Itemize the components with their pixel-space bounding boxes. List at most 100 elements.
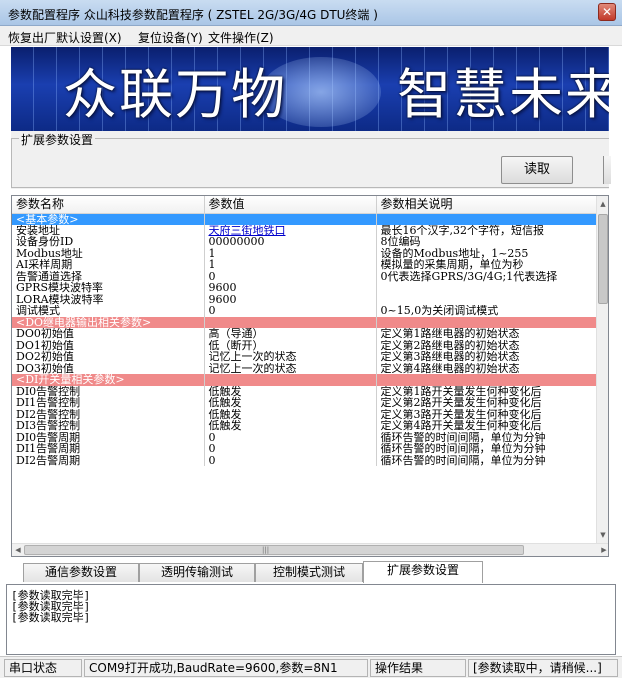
- write-button-partial[interactable]: [603, 156, 611, 184]
- arrow-down-icon[interactable]: ▼: [597, 529, 608, 541]
- cell-value[interactable]: 低（断开）: [204, 339, 377, 351]
- cell-name: 调试模式: [12, 305, 205, 317]
- scroll-grip-icon: |||: [262, 546, 270, 554]
- arrow-right-icon[interactable]: ▶: [598, 544, 608, 556]
- table-row[interactable]: 调试模式 0 0~15,0为关闭调试模式: [12, 305, 608, 317]
- table-row[interactable]: AI采样周期 1 模拟量的采集周期，单位为秒: [12, 259, 608, 271]
- title-bar[interactable]: 参数配置程序 众山科技参数配置程序 ( ZSTEL 2G/3G/4G DTU终端…: [0, 0, 622, 26]
- table-row[interactable]: DI2告警周期 0 循环告警的时间间隔，单位为分钟: [12, 454, 608, 466]
- cell-value[interactable]: 低触发: [204, 420, 377, 432]
- cell-name: Modbus地址: [12, 247, 205, 259]
- cell-desc: 定义第1路开关量发生何种变化后: [376, 385, 608, 397]
- cell-value[interactable]: 低触发: [204, 397, 377, 409]
- cell-desc: 0代表选择GPRS/3G/4G;1代表选择: [376, 270, 608, 282]
- cell-value[interactable]: 记忆上一次的状态: [204, 351, 377, 363]
- table-row[interactable]: DO3初始值 记忆上一次的状态 定义第4路继电器的初始状态: [12, 362, 608, 374]
- cell-value[interactable]: 9600: [204, 293, 377, 305]
- vertical-scroll-thumb[interactable]: [598, 214, 608, 304]
- table-row[interactable]: DO2初始值 记忆上一次的状态 定义第3路继电器的初始状态: [12, 351, 608, 363]
- table-row[interactable]: DI1告警控制 低触发 定义第2路开关量发生何种变化后: [12, 397, 608, 409]
- read-button[interactable]: 读取: [501, 156, 573, 184]
- tab-ext-params[interactable]: 扩展参数设置: [363, 561, 483, 583]
- header-name[interactable]: 参数名称: [12, 196, 205, 214]
- cell-desc: 0~15,0为关闭调试模式: [376, 305, 608, 317]
- banner-image: 众联万物 智慧未来: [11, 47, 609, 131]
- cell-value[interactable]: 9600: [204, 282, 377, 294]
- table-row[interactable]: DI3告警控制 低触发 定义第4路开关量发生何种变化后: [12, 420, 608, 432]
- cell-name: DI1告警周期: [12, 443, 205, 455]
- table-row[interactable]: DI0告警控制 低触发 定义第1路开关量发生何种变化后: [12, 385, 608, 397]
- table-row[interactable]: DI1告警周期 0 循环告警的时间间隔，单位为分钟: [12, 443, 608, 455]
- menu-reset-device[interactable]: 复位设备(Y): [138, 29, 203, 46]
- cell-name: DO3初始值: [12, 362, 205, 374]
- cell-desc: [376, 293, 608, 305]
- cell-desc: 8位编码: [376, 236, 608, 248]
- cell-desc: 定义第4路开关量发生何种变化后: [376, 420, 608, 432]
- cell-value[interactable]: 0: [204, 443, 377, 455]
- section-header-row[interactable]: <DO继电器输出相关参数>: [12, 316, 608, 328]
- table-row[interactable]: DI2告警控制 低触发 定义第3路开关量发生何种变化后: [12, 408, 608, 420]
- tab-control-mode-test[interactable]: 控制模式测试: [255, 563, 363, 582]
- cell-value[interactable]: 0: [204, 454, 377, 466]
- menu-bar: 恢复出厂默认设置(X) 复位设备(Y) 文件操作(Z): [0, 26, 622, 46]
- arrow-left-icon[interactable]: ◀: [12, 544, 24, 556]
- tab-comm-params[interactable]: 通信参数设置: [23, 563, 139, 582]
- cell-name: 安装地址: [12, 224, 205, 236]
- cell-value[interactable]: 1: [204, 247, 377, 259]
- vertical-scrollbar[interactable]: ▲ ▼: [596, 196, 608, 543]
- cell-value[interactable]: 高（导通）: [204, 328, 377, 340]
- table-header-row: 参数名称 参数值 参数相关说明: [12, 196, 608, 214]
- cell-desc: 循环告警的时间间隔，单位为分钟: [376, 454, 608, 466]
- cell-value[interactable]: 天府三街地铁口: [204, 224, 377, 236]
- cell-name: DI0告警控制: [12, 385, 205, 397]
- table-row[interactable]: DO1初始值 低（断开） 定义第2路继电器的初始状态: [12, 339, 608, 351]
- table-row[interactable]: LORA模块波特率 9600: [12, 293, 608, 305]
- cell-value[interactable]: 低触发: [204, 408, 377, 420]
- header-value[interactable]: 参数值: [204, 196, 377, 214]
- cell-value: [204, 213, 377, 225]
- log-line: [参数读取完毕]: [11, 600, 91, 613]
- section-header-row[interactable]: <基本参数>: [12, 213, 608, 225]
- cell-name: <基本参数>: [12, 213, 205, 225]
- table-row[interactable]: Modbus地址 1 设备的Modbus地址，1~255: [12, 247, 608, 259]
- group-legend: 扩展参数设置: [19, 131, 96, 148]
- header-desc[interactable]: 参数相关说明: [376, 196, 608, 214]
- cell-name: 告警通道选择: [12, 270, 205, 282]
- cell-value[interactable]: 低触发: [204, 385, 377, 397]
- cell-desc: [376, 282, 608, 294]
- cell-value: [204, 316, 377, 328]
- close-icon[interactable]: ✕: [598, 3, 616, 21]
- cell-value[interactable]: 记忆上一次的状态: [204, 362, 377, 374]
- cell-desc: 定义第2路开关量发生何种变化后: [376, 397, 608, 409]
- horizontal-scroll-thumb[interactable]: [24, 545, 524, 555]
- parameter-grid[interactable]: 参数名称 参数值 参数相关说明 <基本参数> 安装地址 天府三街地铁口 最长16个汉字…: [11, 195, 609, 557]
- table-row[interactable]: DI0告警周期 0 循环告警的时间间隔，单位为分钟: [12, 431, 608, 443]
- status-bar: 串口状态 COM9打开成功,BaudRate=9600,参数=8N1 操作结果 …: [0, 656, 622, 678]
- table-row[interactable]: DO0初始值 高（导通） 定义第1路继电器的初始状态: [12, 328, 608, 340]
- window-title: 参数配置程序 众山科技参数配置程序 ( ZSTEL 2G/3G/4G DTU终端…: [8, 8, 378, 22]
- horizontal-scrollbar[interactable]: ◀ ||| ▶: [12, 543, 608, 556]
- table-row[interactable]: 设备身份ID 00000000 8位编码: [12, 236, 608, 248]
- cell-desc: 定义第3路开关量发生何种变化后: [376, 408, 608, 420]
- cell-desc: 定义第2路继电器的初始状态: [376, 339, 608, 351]
- menu-factory-reset[interactable]: 恢复出厂默认设置(X): [8, 29, 122, 46]
- cell-value[interactable]: 1: [204, 259, 377, 271]
- tab-transparent-test[interactable]: 透明传输测试: [139, 563, 255, 582]
- table-row[interactable]: GPRS模块波特率 9600: [12, 282, 608, 294]
- table-row[interactable]: 安装地址 天府三街地铁口 最长16个汉字,32个字符，短信报: [12, 224, 608, 236]
- section-header-row[interactable]: <DI开关量相关参数>: [12, 374, 608, 386]
- cell-desc: 最长16个汉字,32个字符，短信报: [376, 224, 608, 236]
- table-row[interactable]: 告警通道选择 0 0代表选择GPRS/3G/4G;1代表选择: [12, 270, 608, 282]
- cell-name: DI2告警周期: [12, 454, 205, 466]
- cell-value[interactable]: 0: [204, 431, 377, 443]
- arrow-up-icon[interactable]: ▲: [597, 198, 608, 210]
- log-box[interactable]: [参数读取完毕] [参数读取完毕] [参数读取完毕]: [6, 584, 616, 655]
- cell-desc: [376, 374, 608, 386]
- cell-name: AI采样周期: [12, 259, 205, 271]
- cell-value[interactable]: 0: [204, 305, 377, 317]
- menu-file-ops[interactable]: 文件操作(Z): [208, 29, 274, 46]
- cell-desc: 定义第3路继电器的初始状态: [376, 351, 608, 363]
- cell-value[interactable]: 00000000: [204, 236, 377, 248]
- cell-value[interactable]: 0: [204, 270, 377, 282]
- cell-name: DO2初始值: [12, 351, 205, 363]
